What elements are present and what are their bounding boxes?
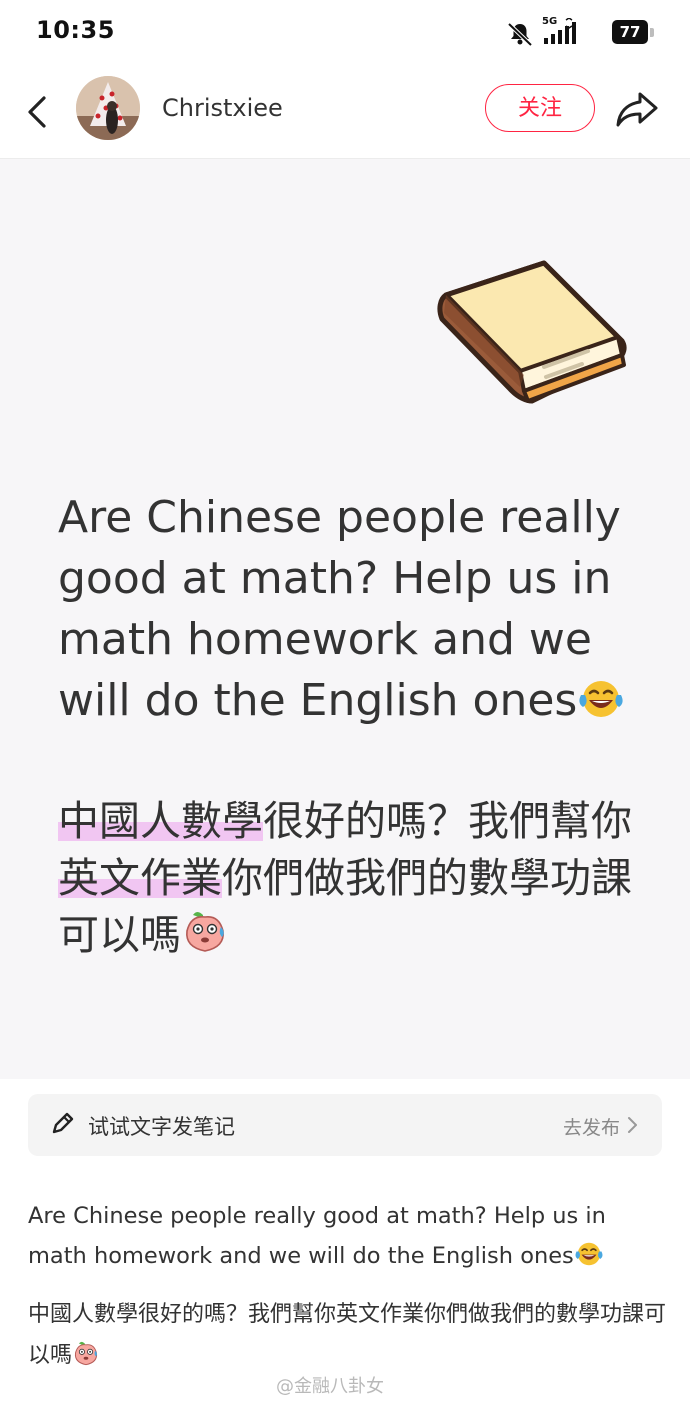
highlight-english-homework: 英文作業 xyxy=(58,854,222,902)
book-icon xyxy=(437,260,627,404)
image-english-body: Are Chinese people really good at math? … xyxy=(58,492,621,726)
mute-bell-icon xyxy=(507,22,533,47)
watermark: @金融八卦女 xyxy=(276,1376,384,1397)
caption-english-text: Are Chinese people really good at math? … xyxy=(28,1203,606,1269)
battery-icon: 77 xyxy=(612,20,654,44)
image-chinese-part-1: 很好的嗎？我們幫你 xyxy=(263,797,632,845)
pencil-icon xyxy=(52,1112,74,1134)
status-time: 10:35 xyxy=(36,16,115,44)
follow-button[interactable]: 关注 xyxy=(485,84,595,132)
caption-english: Are Chinese people really good at math? … xyxy=(28,1196,668,1276)
sweating-peach-emoji-icon xyxy=(186,912,224,952)
go-publish-link[interactable]: 去发布 xyxy=(563,1113,620,1140)
signal-icon: 5G xyxy=(542,16,578,46)
laughing-emoji-icon xyxy=(579,681,623,717)
caption-sweating-peach-emoji-icon xyxy=(74,1341,98,1366)
post-header: Christxiee 关注 xyxy=(0,66,690,159)
image-chinese-text: 中國人數學很好的嗎？我們幫你英文作業你們做我們的數學功課可以嗎 xyxy=(58,793,658,964)
chevron-right-icon xyxy=(628,1117,637,1133)
highlight-chinese-math: 中國人數學 xyxy=(58,797,263,845)
author-name[interactable]: Christxiee xyxy=(162,94,283,122)
status-bar: 10:35 5G 77 xyxy=(0,0,690,66)
try-text-note-bar[interactable]: 试试文字发笔记 去发布 xyxy=(28,1094,662,1156)
battery-level: 77 xyxy=(612,20,648,44)
author-avatar[interactable] xyxy=(76,76,140,140)
caption-chinese-text: 中國人數學很好的嗎？我們幫你英文作業你們做我們的數學功課可以嗎 xyxy=(28,1302,667,1368)
back-arrow-icon[interactable] xyxy=(22,92,52,132)
caption-chinese: 中國人數學很好的嗎？我們幫你英文作業你們做我們的數學功課可以嗎 xyxy=(28,1294,668,1376)
share-icon[interactable] xyxy=(614,88,660,130)
try-note-label: 试试文字发笔记 xyxy=(88,1115,235,1139)
image-english-text: Are Chinese people really good at math? … xyxy=(58,487,668,731)
caption-laughing-emoji-icon xyxy=(575,1242,603,1266)
post-image[interactable]: Are Chinese people really good at math? … xyxy=(0,159,690,1079)
